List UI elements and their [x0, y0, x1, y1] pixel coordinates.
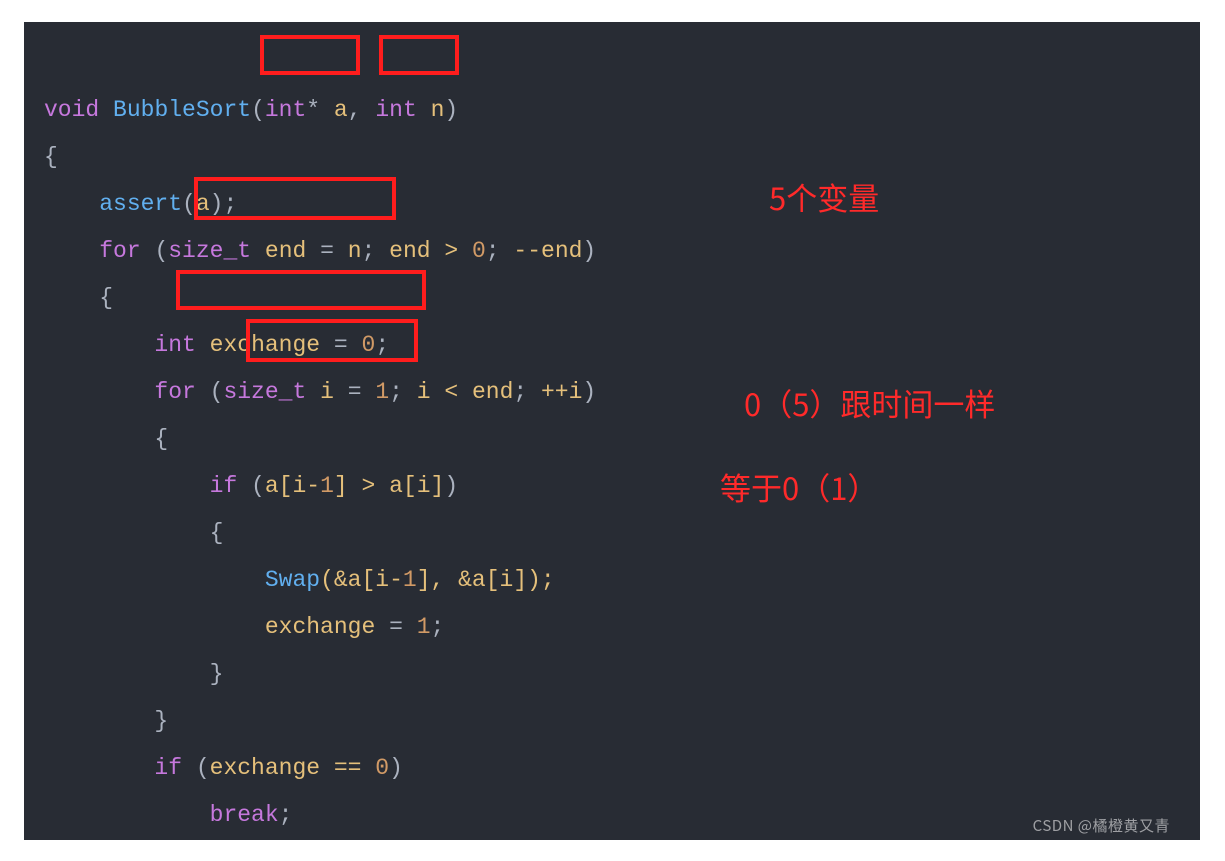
param-type-int-ptr: int	[265, 97, 306, 123]
fn-bubblesort: BubbleSort	[113, 97, 251, 123]
call-assert: assert	[99, 191, 182, 217]
param-type-int: int	[375, 97, 416, 123]
kw-for-inner: for	[154, 379, 195, 405]
code-block: void BubbleSort(int* a, int n) { assert(…	[44, 40, 1200, 840]
kw-if-exchange: if	[154, 755, 182, 781]
kw-for-outer: for	[99, 238, 140, 264]
kw-break: break	[210, 802, 279, 828]
kw-int: int	[154, 332, 195, 358]
annotation-o1: 等于0（1）	[720, 464, 878, 509]
annotation-o5: 0（5）跟时间一样	[744, 380, 995, 425]
annotation-5-vars: 5个变量	[769, 174, 879, 219]
code-editor: void BubbleSort(int* a, int n) { assert(…	[24, 22, 1200, 840]
kw-if-compare: if	[210, 473, 238, 499]
call-swap: Swap	[265, 567, 320, 593]
kw-void: void	[44, 97, 99, 123]
watermark: CSDN @橘橙黄又青	[1033, 815, 1170, 836]
